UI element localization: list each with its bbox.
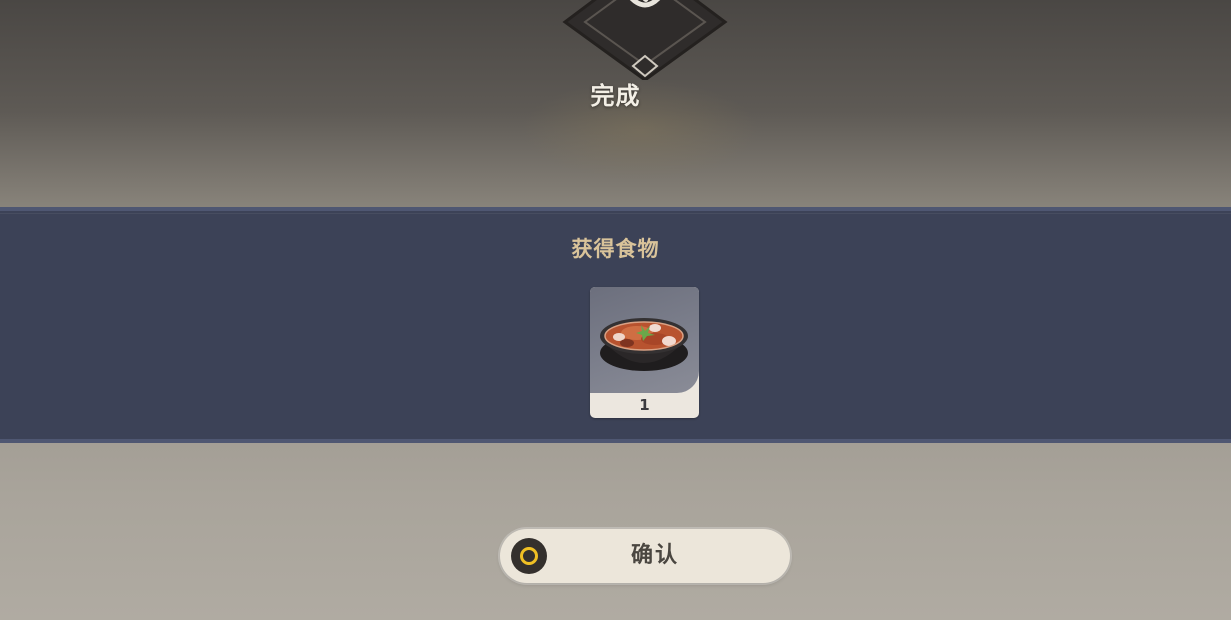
reward-item-card[interactable]: 1 (590, 287, 699, 418)
completion-title: 完成 (590, 82, 641, 110)
stew-bowl-icon (600, 318, 688, 371)
cooking-pot-icon (562, 0, 728, 80)
confirm-button[interactable]: 确认 (500, 529, 790, 583)
reward-panel: 获得食物 1 (0, 207, 1231, 443)
item-count: 1 (639, 396, 650, 414)
confirm-button-label: 确认 (630, 543, 679, 568)
reward-title: 获得食物 (571, 237, 660, 261)
item-image (590, 287, 699, 393)
gamepad-circle-button-icon (511, 538, 547, 574)
